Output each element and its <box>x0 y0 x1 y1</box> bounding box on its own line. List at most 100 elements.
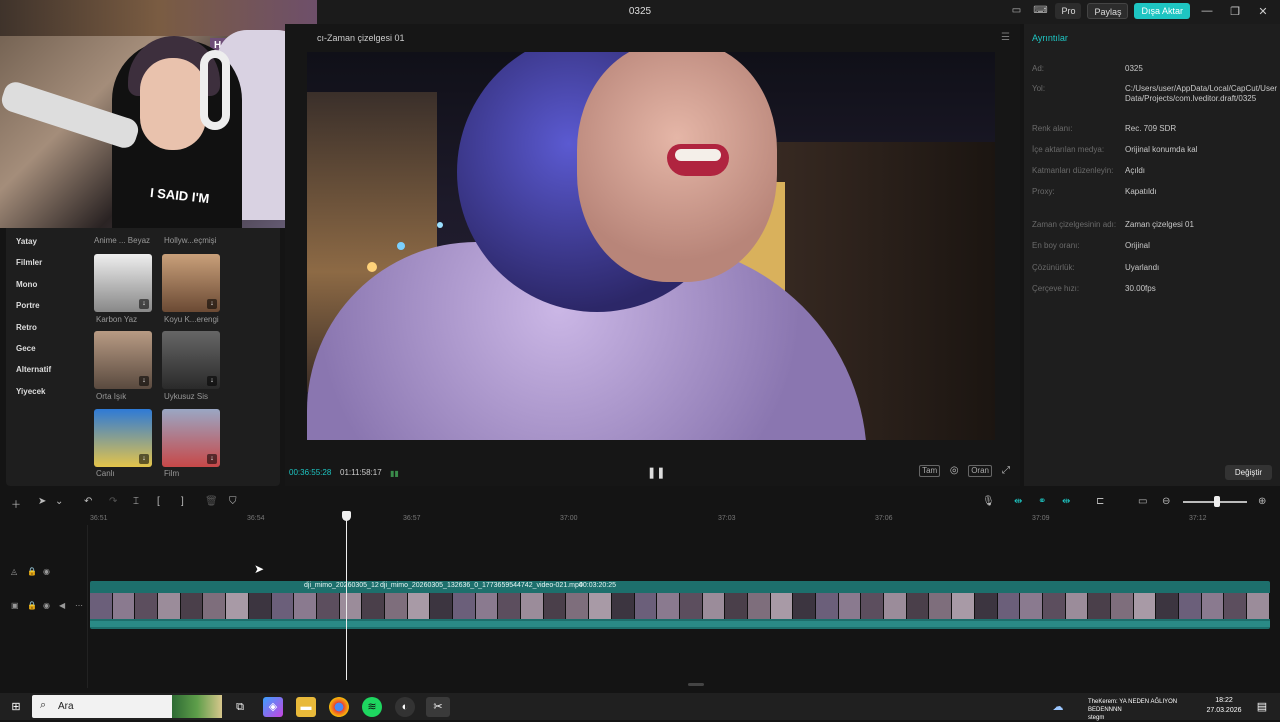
ruler-tick: 37:12 <box>1189 515 1207 522</box>
keyboard-icon[interactable]: ⌨ <box>1031 3 1049 19</box>
filter-category[interactable]: Filmler <box>16 257 86 278</box>
preview-right-controls: Tam ◎ Oran ⤢ <box>919 465 1012 477</box>
filter-thumbnail[interactable]: ↓ <box>94 331 152 389</box>
spotify-icon[interactable]: ≋ <box>362 697 382 717</box>
microphone-icon[interactable]: 🎙 <box>982 496 995 507</box>
filter-category[interactable]: Gece <box>16 343 86 364</box>
filter-thumbnail[interactable]: ↓ <box>162 409 220 467</box>
clip-frame <box>430 593 453 619</box>
clip-frame <box>521 593 544 619</box>
speaker-icon[interactable]: ◀ <box>59 601 65 610</box>
lock-icon[interactable]: 🔒 <box>27 601 37 610</box>
clip-frame <box>952 593 975 619</box>
eye-icon[interactable]: ◉ <box>43 567 50 576</box>
change-button[interactable]: Değiştir <box>1224 465 1272 480</box>
full-quality-button[interactable]: Tam <box>919 465 941 477</box>
maximize-icon[interactable]: ❐ <box>1224 5 1246 18</box>
zoom-out-icon[interactable]: ⊖ <box>1162 496 1170 507</box>
duration-timecode: 01:11:58:17 <box>340 468 382 477</box>
filter-label: Karbon Yaz <box>96 315 138 324</box>
notification-center-icon[interactable]: ▤ <box>1252 697 1272 717</box>
eye-icon[interactable]: ◉ <box>43 601 50 610</box>
video-frame[interactable] <box>307 52 995 440</box>
pro-button[interactable]: Pro <box>1055 3 1082 19</box>
windows-start-icon[interactable]: ⊞ <box>6 697 26 717</box>
download-icon[interactable]: ↓ <box>207 376 217 386</box>
snap-icon[interactable]: ⇹ <box>1062 496 1070 507</box>
add-track-icon[interactable]: ＋ <box>11 496 21 511</box>
trim-left-icon[interactable]: [ <box>157 496 160 507</box>
fullscreen-icon[interactable]: ⤢ <box>1000 465 1012 477</box>
clip-frame <box>294 593 317 619</box>
link-icon[interactable]: ⚭ <box>1038 496 1046 507</box>
timeline-scrollbar[interactable] <box>688 683 704 686</box>
obs-icon[interactable]: ◐ <box>395 697 415 717</box>
detail-value: C:/Users/user/AppData/Local/CapCut/User … <box>1125 84 1278 103</box>
split-icon[interactable]: ⌶ <box>133 496 139 507</box>
chevron-down-icon[interactable]: ⌄ <box>55 496 63 507</box>
ratio-button[interactable]: Oran <box>968 465 992 477</box>
clip-frame <box>112 593 136 619</box>
zoom-in-icon[interactable]: ⊕ <box>1258 496 1266 507</box>
video-clip[interactable]: dji_mimo_20260305_12 dji_mimo_20260305_1… <box>90 581 1270 629</box>
redo-icon[interactable]: ↷ <box>109 496 117 507</box>
taskbar-search[interactable]: ⌕ Ara <box>32 695 222 718</box>
filter-label: Anime ... Beyaz <box>94 236 151 245</box>
fit-icon[interactable]: ▭ <box>1138 496 1147 507</box>
filter-thumbnail[interactable]: ↓ <box>162 254 220 312</box>
filter-category[interactable]: Portre <box>16 300 86 321</box>
filter-category[interactable]: Retro <box>16 322 86 343</box>
minimize-icon[interactable]: — <box>1196 5 1218 17</box>
detail-key: İçe aktarılan medya: <box>1032 145 1105 154</box>
filter-thumbnail[interactable]: ↓ <box>94 409 152 467</box>
export-button[interactable]: Dışa Aktar <box>1134 3 1190 19</box>
layout-icon[interactable]: ▭ <box>1007 3 1025 19</box>
filter-category[interactable]: Yatay <box>16 236 86 257</box>
download-icon[interactable]: ↓ <box>139 299 149 309</box>
taskbar: ⊞ ⌕ Ara ⧉ ◈ ▬ ≋ ◐ ✂ ☁ TheKerem: YA NEDEN… <box>0 693 1280 722</box>
select-tool-icon[interactable]: ➤ <box>38 496 46 507</box>
trim-right-icon[interactable]: ] <box>181 496 184 507</box>
street-light <box>397 242 405 250</box>
chat-notification[interactable]: TheKerem: YA NEDEN AĞLIYON BEDENNNN steg… <box>1088 698 1198 722</box>
lock-icon[interactable]: 🔒 <box>27 567 37 576</box>
clip-frame <box>1201 593 1225 619</box>
download-icon[interactable]: ↓ <box>139 376 149 386</box>
close-icon[interactable]: ✕ <box>1252 5 1274 18</box>
clip-frame <box>1224 593 1248 619</box>
filter-thumbnail[interactable]: ↓ <box>94 254 152 312</box>
clip-frame <box>589 593 612 619</box>
preview-axis-icon[interactable]: ⊏ <box>1096 496 1104 507</box>
share-button[interactable]: Paylaş <box>1087 3 1129 19</box>
more-icon[interactable]: ⋯ <box>75 601 83 610</box>
screenshot-icon[interactable]: ◎ <box>948 465 960 477</box>
zoom-slider-handle[interactable] <box>1214 496 1220 507</box>
filter-label: Canlı <box>96 469 115 478</box>
chrome-icon[interactable] <box>329 697 349 717</box>
playhead-handle[interactable] <box>342 511 351 521</box>
filter-category[interactable]: Alternatif <box>16 364 86 385</box>
system-clock[interactable]: 18:22 27.03.2026 <box>1204 696 1244 716</box>
task-view-icon[interactable]: ⧉ <box>230 697 250 717</box>
undo-icon[interactable]: ↶ <box>84 496 92 507</box>
file-explorer-icon[interactable]: ▬ <box>296 697 316 717</box>
download-icon[interactable]: ↓ <box>207 454 217 464</box>
filter-thumbnail[interactable]: ↓ <box>162 331 220 389</box>
download-icon[interactable]: ↓ <box>207 299 217 309</box>
menu-icon[interactable]: ☰ <box>1001 32 1010 43</box>
magnet-icon[interactable]: ⇹ <box>1014 496 1022 507</box>
filter-category[interactable]: Yiyecek <box>16 386 86 407</box>
weather-icon[interactable]: ☁ <box>1048 697 1068 717</box>
delete-icon[interactable]: 🗑 <box>205 496 218 507</box>
capcut-icon[interactable]: ✂ <box>426 697 450 717</box>
copilot-icon[interactable]: ◈ <box>263 697 283 717</box>
download-icon[interactable]: ↓ <box>139 454 149 464</box>
preview-panel: cı-Zaman çizelgesi 01 ☰ 00:36:55:28 01:1… <box>285 24 1020 486</box>
filter-category[interactable]: Mono <box>16 279 86 300</box>
shield-icon[interactable]: ⛉ <box>229 496 237 507</box>
playhead[interactable] <box>346 513 347 680</box>
tab-details[interactable]: Ayrıntılar <box>1032 33 1068 43</box>
detail-key: En boy oranı: <box>1032 241 1080 250</box>
pause-icon[interactable]: ❚❚ <box>647 466 665 479</box>
timeline-ruler[interactable]: 36:51 36:54 36:57 37:00 37:03 37:06 37:0… <box>88 513 1280 525</box>
